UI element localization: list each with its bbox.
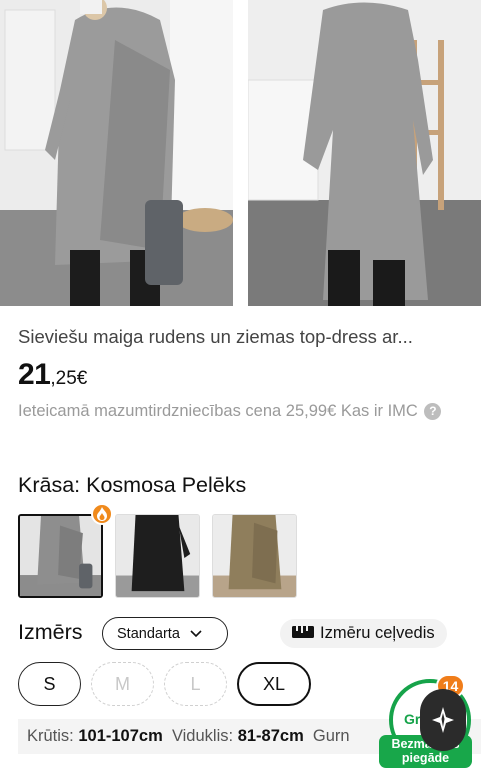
promo-text: Gr: [404, 711, 421, 727]
price-fraction: ,25€: [50, 368, 88, 389]
size-guide-label: Izmēru ceļvedis: [320, 624, 435, 642]
size-option-m[interactable]: M: [91, 662, 154, 706]
color-swatches: [18, 514, 297, 598]
product-price: 21,25€: [18, 358, 87, 392]
product-title[interactable]: Sieviešu maiga rudens un ziemas top-dres…: [18, 326, 468, 348]
product-gallery[interactable]: [0, 0, 481, 306]
rrp-text: Ieteicamā mazumtirdzniecības cena 25,99€…: [18, 402, 418, 420]
ruler-icon: [292, 624, 314, 643]
chest-value: 101-107cm: [78, 727, 163, 745]
help-icon[interactable]: ?: [424, 403, 442, 421]
size-option-s[interactable]: S: [18, 662, 81, 706]
color-swatch-black[interactable]: [115, 514, 200, 598]
hip-label: Gurn: [312, 727, 350, 745]
size-standard-value: Standarta: [117, 625, 180, 642]
price-main: 21: [18, 358, 51, 391]
fire-icon: [91, 503, 113, 525]
size-options: S M L XL: [18, 662, 311, 706]
chevron-down-icon: [190, 626, 202, 642]
size-standard-select[interactable]: Standarta: [102, 617, 228, 650]
waist-value: 81-87cm: [237, 727, 304, 745]
size-label: Izmērs: [18, 620, 83, 644]
size-option-xl[interactable]: XL: [237, 662, 311, 706]
size-guide-button[interactable]: Izmēru ceļvedis: [280, 619, 447, 648]
size-option-l[interactable]: L: [164, 662, 227, 706]
product-photo-back[interactable]: [248, 0, 481, 306]
recommended-retail-price: Ieteicamā mazumtirdzniecības cena 25,99€…: [18, 398, 468, 425]
product-photo-front[interactable]: [0, 0, 233, 306]
chest-label: Krūtis:: [27, 727, 74, 745]
color-label: Krāsa: Kosmosa Pelēks: [18, 473, 247, 497]
color-swatch-khaki[interactable]: [212, 514, 297, 598]
ai-assistant-icon[interactable]: [420, 689, 466, 751]
waist-label: Viduklis:: [171, 727, 234, 745]
color-swatch-cosmos-gray[interactable]: [18, 514, 103, 598]
